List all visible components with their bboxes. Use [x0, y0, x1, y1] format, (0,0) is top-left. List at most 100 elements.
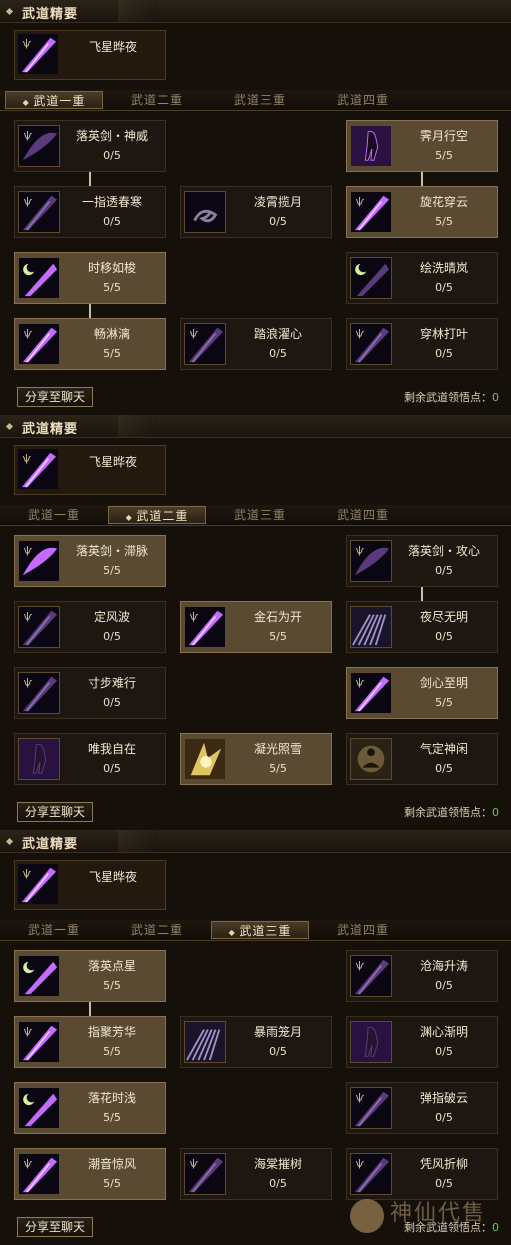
skill-node[interactable]: ѱ 沧海升涛 0/5 [346, 950, 498, 1002]
skill-points: 5/5 [103, 281, 121, 294]
moon-blade-icon [18, 257, 60, 299]
skill-node[interactable]: 凌霄揽月 0/5 [180, 186, 332, 238]
skill-node[interactable]: 霁月行空 5/5 [346, 120, 498, 172]
skill-name: 绘洗晴岚 [419, 261, 468, 275]
skill-node[interactable]: ѱ 潮音惊风 5/5 [14, 1148, 166, 1200]
tab-tier-3[interactable]: 武道三重 [211, 921, 309, 939]
section-header: 武道精要 [0, 0, 511, 23]
tab-tier-2[interactable]: 武道二重 [108, 506, 206, 524]
skill-panel: 武道精要 ѱ 飞星晔夜 武道一重武道二重武道三重武道四重 落英点星 5/5 ѱ … [0, 830, 511, 1245]
tier-tabs: 武道一重武道二重武道三重武道四重 [0, 505, 511, 526]
essence-skill[interactable]: ѱ 飞星晔夜 [14, 445, 166, 495]
shadow-figure-icon [350, 125, 392, 167]
skill-points: 0/5 [269, 1177, 287, 1190]
tab-tier-1[interactable]: 武道一重 [5, 506, 103, 524]
skill-node[interactable]: 凝光照雪 5/5 [180, 733, 332, 785]
skill-points: 0/5 [103, 762, 121, 775]
header-ornament [118, 415, 158, 437]
tier-tabs: 武道一重武道二重武道三重武道四重 [0, 920, 511, 941]
skill-points: 0/5 [103, 696, 121, 709]
skill-connector [89, 1002, 91, 1016]
tab-tier-4[interactable]: 武道四重 [314, 506, 412, 524]
skill-node[interactable]: 夜尽无明 0/5 [346, 601, 498, 653]
skill-node[interactable]: ѱ 旋花穿云 5/5 [346, 186, 498, 238]
skill-node[interactable]: ѱ 定风波 0/5 [14, 601, 166, 653]
section-title: 武道精要 [22, 7, 79, 22]
skill-name: 落英剑・攻心 [407, 544, 480, 558]
blade-slash-icon: ѱ [184, 1153, 226, 1195]
svg-text:ѱ: ѱ [24, 545, 33, 556]
skill-connector [421, 587, 423, 601]
golden-burst-icon [184, 738, 226, 780]
skill-node[interactable]: ѱ 指聚芳华 5/5 [14, 1016, 166, 1068]
skill-node[interactable]: ѱ 畅淋漓 5/5 [14, 318, 166, 370]
skill-points: 5/5 [103, 1177, 121, 1190]
skill-node[interactable]: ѱ 踏浪濯心 0/5 [180, 318, 332, 370]
skill-connector [89, 172, 91, 186]
svg-text:ѱ: ѱ [24, 611, 33, 622]
blade-slash-icon: ѱ [350, 672, 392, 714]
tab-tier-2[interactable]: 武道二重 [108, 91, 206, 109]
header-ornament [118, 830, 158, 852]
night-blade-icon: ѱ [18, 864, 60, 906]
skill-node[interactable]: ѱ 弹指破云 0/5 [346, 1082, 498, 1134]
tab-tier-3[interactable]: 武道三重 [211, 91, 309, 109]
share-to-chat-button[interactable]: 分享至聊天 [17, 802, 93, 822]
skill-node[interactable]: 渊心渐明 0/5 [346, 1016, 498, 1068]
remaining-points-value: 0 [492, 806, 499, 819]
skill-node[interactable]: ѱ 寸步难行 0/5 [14, 667, 166, 719]
skill-name: 潮音惊风 [87, 1157, 136, 1171]
remaining-points-label: 剩余武道领悟点： [404, 806, 492, 819]
skill-node[interactable]: 落花时浅 5/5 [14, 1082, 166, 1134]
skill-node[interactable]: ѱ 一指透春寒 0/5 [14, 186, 166, 238]
skill-name: 气定神闲 [419, 742, 468, 756]
tab-tier-1[interactable]: 武道一重 [5, 91, 103, 109]
share-to-chat-button[interactable]: 分享至聊天 [17, 387, 93, 407]
essence-skill[interactable]: ѱ 飞星晔夜 [14, 30, 166, 80]
skill-points: 0/5 [103, 149, 121, 162]
svg-text:ѱ: ѱ [356, 1158, 365, 1169]
skill-name: 指聚芳华 [87, 1025, 136, 1039]
skill-node[interactable]: ѱ 金石为开 5/5 [180, 601, 332, 653]
skill-points: 0/5 [269, 347, 287, 360]
moon-blade-icon [350, 257, 392, 299]
remaining-points-value: 0 [492, 391, 499, 404]
blade-slash-icon: ѱ [350, 191, 392, 233]
skill-node[interactable]: ѱ 穿林打叶 0/5 [346, 318, 498, 370]
skill-node[interactable]: 时移如梭 5/5 [14, 252, 166, 304]
skill-points: 0/5 [435, 1045, 453, 1058]
skill-node[interactable]: 落英点星 5/5 [14, 950, 166, 1002]
section-header: 武道精要 [0, 415, 511, 438]
skill-node[interactable]: ѱ 落英剑・神威 0/5 [14, 120, 166, 172]
skill-points: 5/5 [435, 149, 453, 162]
skill-points: 0/5 [103, 215, 121, 228]
tab-tier-1[interactable]: 武道一重 [5, 921, 103, 939]
shadow-figure-icon [350, 1021, 392, 1063]
skill-name: 定风波 [93, 610, 130, 624]
skill-points: 5/5 [269, 762, 287, 775]
skill-node[interactable]: 绘洗晴岚 0/5 [346, 252, 498, 304]
share-to-chat-button[interactable]: 分享至聊天 [17, 1217, 93, 1237]
svg-text:ѱ: ѱ [356, 196, 365, 207]
tab-tier-4[interactable]: 武道四重 [314, 921, 412, 939]
svg-text:ѱ: ѱ [24, 196, 33, 207]
skill-node[interactable]: ѱ 落英剑・攻心 0/5 [346, 535, 498, 587]
skill-name: 剑心至明 [419, 676, 468, 690]
tab-tier-2[interactable]: 武道二重 [108, 921, 206, 939]
blade-slash-icon: ѱ [350, 323, 392, 365]
skill-node[interactable]: 唯我自在 0/5 [14, 733, 166, 785]
essence-skill[interactable]: ѱ 飞星晔夜 [14, 860, 166, 910]
skill-node[interactable]: ѱ 落英剑・滞脉 5/5 [14, 535, 166, 587]
skill-points: 0/5 [435, 1111, 453, 1124]
svg-text:ѱ: ѱ [23, 38, 32, 49]
tab-tier-3[interactable]: 武道三重 [211, 506, 309, 524]
skill-node[interactable]: ѱ 海棠摧树 0/5 [180, 1148, 332, 1200]
watermark: 神仙代售 [350, 1193, 510, 1235]
crescent-blade-icon: ѱ [18, 540, 60, 582]
skill-node[interactable]: 暴雨笼月 0/5 [180, 1016, 332, 1068]
skill-node[interactable]: 气定神闲 0/5 [346, 733, 498, 785]
svg-text:ѱ: ѱ [24, 1026, 33, 1037]
skill-name: 寸步难行 [87, 676, 136, 690]
tab-tier-4[interactable]: 武道四重 [314, 91, 412, 109]
skill-node[interactable]: ѱ 剑心至明 5/5 [346, 667, 498, 719]
